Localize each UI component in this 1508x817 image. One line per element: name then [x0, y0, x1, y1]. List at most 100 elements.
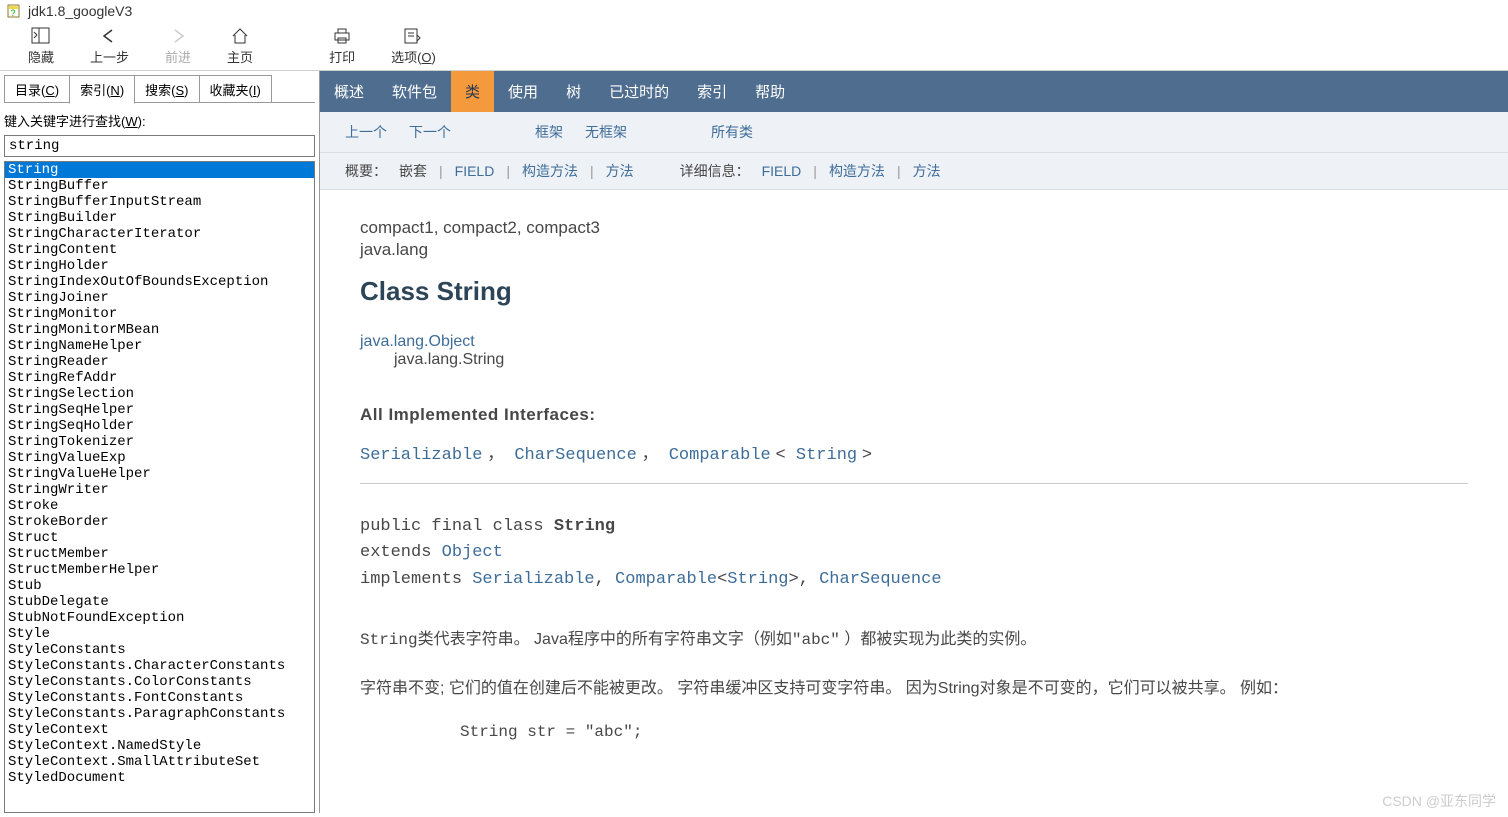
watermark: CSDN @亚东同学	[1382, 791, 1496, 811]
content-pane: 概述 软件包 类 使用 树 已过时的 索引 帮助 上一个 下一个 框架 无框架 …	[320, 71, 1508, 813]
result-item[interactable]: StringSeqHelper	[5, 402, 314, 418]
nav-use[interactable]: 使用	[494, 71, 552, 112]
interface-comparable-link[interactable]: Comparable	[669, 446, 771, 465]
frames-link[interactable]: 框架	[535, 122, 563, 142]
summary-nested: 嵌套	[399, 161, 427, 181]
result-item[interactable]: StringSeqHolder	[5, 418, 314, 434]
options-button[interactable]: 选项(O)	[373, 22, 454, 70]
summary-field-link[interactable]: FIELD	[455, 163, 495, 179]
print-button[interactable]: 打印	[311, 22, 373, 70]
forward-button: 前进	[147, 22, 209, 70]
home-label: 主页	[227, 47, 253, 66]
extends-object-link[interactable]: Object	[442, 543, 503, 562]
result-item[interactable]: StyleContext.NamedStyle	[5, 738, 314, 754]
nav-class[interactable]: 类	[451, 71, 494, 112]
tab-contents[interactable]: 目录(C)	[4, 75, 70, 103]
result-item[interactable]: Stub	[5, 578, 314, 594]
hierarchy-root-link[interactable]: java.lang.Object	[360, 333, 475, 350]
doc-nav: 概述 软件包 类 使用 树 已过时的 索引 帮助	[320, 71, 1508, 112]
search-input[interactable]	[4, 135, 315, 157]
impl-charsequence-link[interactable]: CharSequence	[819, 570, 941, 589]
result-item[interactable]: String	[5, 162, 314, 178]
impl-comparable-link[interactable]: Comparable	[615, 570, 717, 589]
nav-help[interactable]: 帮助	[741, 71, 799, 112]
result-item[interactable]: StringMonitorMBean	[5, 322, 314, 338]
result-item[interactable]: StringBuffer	[5, 178, 314, 194]
result-item[interactable]: StringNameHelper	[5, 338, 314, 354]
summary-label: 概要：	[345, 161, 387, 181]
summary-constr-link[interactable]: 构造方法	[522, 161, 578, 181]
interface-serializable-link[interactable]: Serializable	[360, 446, 482, 465]
noframes-link[interactable]: 无框架	[585, 122, 627, 142]
result-item[interactable]: Struct	[5, 530, 314, 546]
nav-tree[interactable]: 树	[552, 71, 595, 112]
svg-text:?: ?	[10, 8, 15, 18]
result-item[interactable]: StrokeBorder	[5, 514, 314, 530]
results-list[interactable]: StringStringBufferStringBufferInputStrea…	[4, 161, 315, 813]
impl-comparable-param-link[interactable]: String	[727, 570, 788, 589]
code-example: String str = "abc";	[360, 723, 1468, 741]
result-item[interactable]: StyleConstants.ParagraphConstants	[5, 706, 314, 722]
class-title: Class String	[360, 276, 1468, 307]
allclasses-link[interactable]: 所有类	[711, 122, 753, 142]
result-item[interactable]: StringSelection	[5, 386, 314, 402]
result-item[interactable]: StringValueHelper	[5, 466, 314, 482]
package-line: java.lang	[360, 240, 1468, 260]
nav-index[interactable]: 索引	[683, 71, 741, 112]
result-item[interactable]: StyleContext.SmallAttributeSet	[5, 754, 314, 770]
result-item[interactable]: StubDelegate	[5, 594, 314, 610]
tab-index[interactable]: 索引(N)	[69, 75, 135, 104]
prev-class-link[interactable]: 上一个	[345, 122, 387, 142]
result-item[interactable]: Stroke	[5, 498, 314, 514]
result-item[interactable]: StringCharacterIterator	[5, 226, 314, 242]
result-item[interactable]: StringIndexOutOfBoundsException	[5, 274, 314, 290]
detail-field-link[interactable]: FIELD	[762, 163, 802, 179]
tab-search[interactable]: 搜索(S)	[134, 75, 199, 103]
detail-label: 详细信息：	[680, 161, 750, 181]
nav-overview[interactable]: 概述	[320, 71, 378, 112]
result-item[interactable]: StringValueExp	[5, 450, 314, 466]
window-title: jdk1.8_googleV3	[28, 3, 132, 19]
result-item[interactable]: StyleConstants.CharacterConstants	[5, 658, 314, 674]
result-item[interactable]: StringMonitor	[5, 306, 314, 322]
back-label: 上一步	[90, 47, 129, 66]
print-icon	[331, 26, 353, 46]
result-item[interactable]: StyleConstants	[5, 642, 314, 658]
summary-method-link[interactable]: 方法	[606, 161, 634, 181]
interfaces-list: Serializable ， CharSequence ， Comparable…	[360, 439, 1468, 465]
result-item[interactable]: StringBufferInputStream	[5, 194, 314, 210]
result-item[interactable]: StringWriter	[5, 482, 314, 498]
hierarchy-leaf: java.lang.String	[360, 351, 1468, 369]
result-item[interactable]: StringReader	[5, 354, 314, 370]
interface-charsequence-link[interactable]: CharSequence	[514, 446, 636, 465]
detail-constr-link[interactable]: 构造方法	[829, 161, 885, 181]
result-item[interactable]: StructMemberHelper	[5, 562, 314, 578]
interface-comparable-param-link[interactable]: String	[796, 446, 857, 465]
doc-summary-row: 概要： 嵌套| FIELD| 构造方法| 方法 详细信息： FIELD| 构造方…	[320, 153, 1508, 190]
detail-method-link[interactable]: 方法	[913, 161, 941, 181]
result-item[interactable]: StyledDocument	[5, 770, 314, 786]
result-item[interactable]: StyleConstants.FontConstants	[5, 690, 314, 706]
tab-favorites[interactable]: 收藏夹(I)	[199, 75, 272, 103]
result-item[interactable]: StructMember	[5, 546, 314, 562]
nav-deprecated[interactable]: 已过时的	[595, 71, 683, 112]
result-item[interactable]: StyleContext	[5, 722, 314, 738]
result-item[interactable]: StringBuilder	[5, 210, 314, 226]
result-item[interactable]: StringRefAddr	[5, 370, 314, 386]
back-button[interactable]: 上一步	[72, 22, 147, 70]
result-item[interactable]: StringJoiner	[5, 290, 314, 306]
impl-serializable-link[interactable]: Serializable	[472, 570, 594, 589]
home-icon	[229, 26, 251, 46]
home-button[interactable]: 主页	[209, 22, 271, 70]
result-item[interactable]: StringContent	[5, 242, 314, 258]
result-item[interactable]: StringTokenizer	[5, 434, 314, 450]
result-item[interactable]: Style	[5, 626, 314, 642]
result-item[interactable]: StubNotFoundException	[5, 610, 314, 626]
nav-packages[interactable]: 软件包	[378, 71, 451, 112]
window-titlebar: ? jdk1.8_googleV3	[0, 0, 1508, 22]
result-item[interactable]: StringHolder	[5, 258, 314, 274]
result-item[interactable]: StyleConstants.ColorConstants	[5, 674, 314, 690]
options-icon	[402, 26, 424, 46]
next-class-link[interactable]: 下一个	[409, 122, 451, 142]
hide-button[interactable]: 隐藏	[10, 22, 72, 70]
